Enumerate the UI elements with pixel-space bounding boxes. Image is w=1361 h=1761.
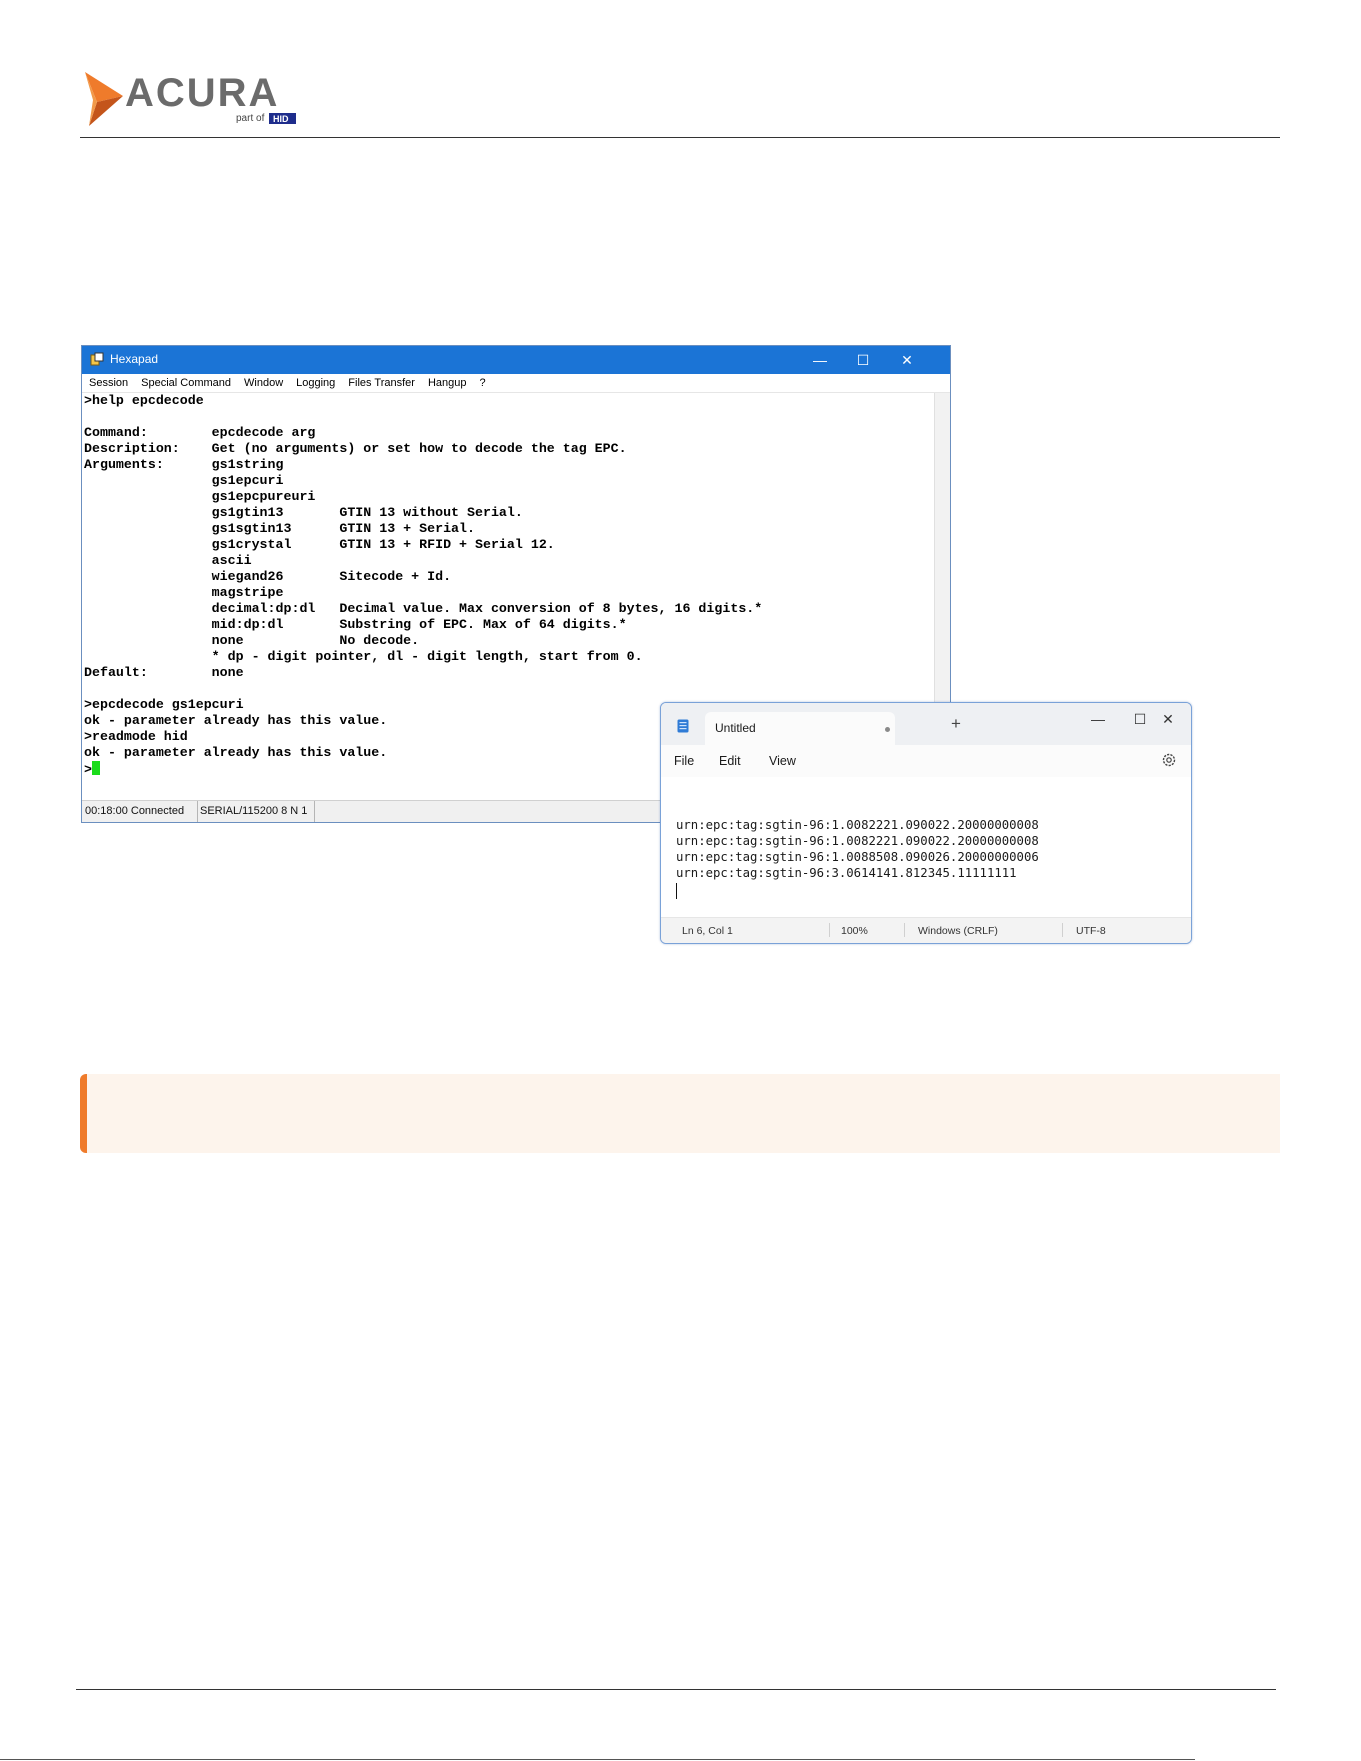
terminal-line: ok - parameter already has this value.	[84, 713, 388, 728]
hexapad-titlebar[interactable]: Hexapad — ☐ ✕	[82, 346, 950, 374]
terminal-line: gs1sgtin13 GTIN 13 + Serial.	[84, 521, 475, 536]
page-bottom-divider	[0, 1759, 1195, 1760]
text-line: urn:epc:tag:sgtin-96:3.0614141.812345.11…	[676, 866, 1017, 880]
terminal-line: gs1crystal GTIN 13 + RFID + Serial 12.	[84, 537, 555, 552]
terminal-line: Arguments: gs1string	[84, 457, 284, 472]
terminal-output[interactable]: >help epcdecode Command: epcdecode arg D…	[82, 393, 938, 777]
logo-subtext: part of	[236, 113, 265, 124]
acura-logo: ACURA part of HID	[83, 70, 323, 130]
close-button[interactable]: ✕	[1153, 711, 1183, 728]
tab-title: Untitled	[715, 721, 756, 735]
text-line: urn:epc:tag:sgtin-96:1.0088508.090026.20…	[676, 850, 1039, 864]
notepad-app-icon	[677, 719, 689, 733]
notepad-tabbar: Untitled + — ☐ ✕	[661, 703, 1191, 745]
hexapad-app-icon	[90, 352, 104, 366]
status-line-ending: Windows (CRLF)	[918, 925, 998, 937]
terminal-line: >help epcdecode	[84, 393, 204, 408]
menu-session[interactable]: Session	[89, 377, 128, 389]
status-divider	[829, 923, 830, 937]
logo-partner: HID	[273, 114, 289, 124]
notepad-text-area[interactable]: urn:epc:tag:sgtin-96:1.0082221.090022.20…	[661, 777, 1191, 920]
header-divider	[80, 137, 1280, 138]
terminal-cursor	[91, 761, 100, 775]
terminal-line: mid:dp:dl Substring of EPC. Max of 64 di…	[84, 617, 627, 632]
status-cursor-position: Ln 6, Col 1	[682, 925, 733, 937]
terminal-line: Default: none	[84, 665, 244, 680]
status-serial-port: SERIAL/115200 8 N 1	[197, 801, 315, 822]
text-line: urn:epc:tag:sgtin-96:1.0082221.090022.20…	[676, 818, 1039, 832]
footer-divider	[76, 1689, 1276, 1690]
terminal-prompt: >	[84, 762, 92, 777]
hexapad-title: Hexapad	[110, 352, 159, 366]
menu-edit[interactable]: Edit	[719, 754, 741, 768]
status-zoom: 100%	[841, 925, 868, 937]
terminal-line: ok - parameter already has this value.	[84, 745, 388, 760]
terminal-line: wiegand26 Sitecode + Id.	[84, 569, 452, 584]
status-encoding: UTF-8	[1076, 925, 1106, 937]
terminal-line: ascii	[84, 553, 252, 568]
terminal-line: gs1gtin13 GTIN 13 without Serial.	[84, 505, 523, 520]
status-divider	[1062, 923, 1063, 937]
menu-file[interactable]: File	[674, 754, 694, 768]
menu-view[interactable]: View	[769, 754, 796, 768]
unsaved-dot-icon[interactable]	[885, 727, 890, 732]
notepad-menubar: File Edit View	[661, 745, 1191, 777]
terminal-line: none No decode.	[84, 633, 420, 648]
terminal-line: gs1epcuri	[84, 473, 284, 488]
settings-gear-icon[interactable]	[1161, 752, 1177, 768]
terminal-line: Command: epcdecode arg	[84, 425, 316, 440]
terminal-line: >readmode hid	[84, 729, 188, 744]
notepad-statusbar: Ln 6, Col 1 100% Windows (CRLF) UTF-8	[661, 917, 1191, 943]
maximize-button[interactable]: ☐	[841, 346, 885, 374]
menu-hangup[interactable]: Hangup	[428, 377, 467, 389]
terminal-scrollbar[interactable]	[934, 393, 950, 745]
new-tab-button[interactable]: +	[951, 714, 961, 734]
terminal-line: gs1epcpureuri	[84, 489, 316, 504]
terminal-line: * dp - digit pointer, dl - digit length,…	[84, 649, 643, 664]
menu-files-transfer[interactable]: Files Transfer	[348, 377, 415, 389]
status-connection-time: 00:18:00 Connected	[82, 801, 198, 822]
status-divider	[904, 923, 905, 937]
menu-special-command[interactable]: Special Command	[141, 377, 231, 389]
text-caret	[676, 883, 677, 899]
notepad-window: Untitled + — ☐ ✕ File Edit View urn:epc:…	[660, 702, 1192, 944]
note-callout	[80, 1074, 1280, 1153]
terminal-prompt-line[interactable]: >	[84, 761, 100, 777]
text-line: urn:epc:tag:sgtin-96:1.0082221.090022.20…	[676, 834, 1039, 848]
notepad-tab[interactable]: Untitled	[705, 712, 895, 745]
menu-logging[interactable]: Logging	[296, 377, 335, 389]
terminal-line: magstripe	[84, 585, 284, 600]
hexapad-menubar: Session Special Command Window Logging F…	[82, 374, 950, 393]
terminal-line: Description: Get (no arguments) or set h…	[84, 441, 627, 456]
logo-wordmark: ACURA	[125, 71, 279, 115]
menu-window[interactable]: Window	[244, 377, 283, 389]
terminal-line: decimal:dp:dl Decimal value. Max convers…	[84, 601, 763, 616]
minimize-button[interactable]: —	[798, 346, 842, 374]
close-button[interactable]: ✕	[885, 346, 929, 374]
minimize-button[interactable]: —	[1083, 711, 1113, 727]
terminal-line: >epcdecode gs1epcuri	[84, 697, 244, 712]
menu-help[interactable]: ?	[479, 377, 485, 389]
maximize-button[interactable]: ☐	[1125, 711, 1155, 728]
